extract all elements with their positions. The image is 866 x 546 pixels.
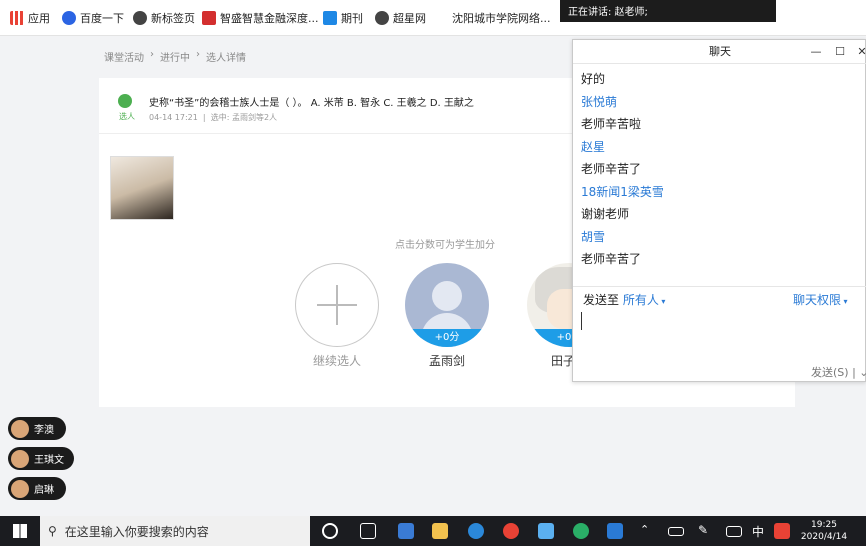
ime-indicator[interactable]: 中 xyxy=(752,523,768,539)
message-text: 好的 xyxy=(581,72,606,86)
taskbar-search[interactable]: ⚲ 在这里输入你要搜索的内容 xyxy=(40,516,310,546)
keyboard-icon[interactable] xyxy=(726,526,742,537)
cortana-icon[interactable] xyxy=(322,523,338,539)
message-text: 老师辛苦了 xyxy=(581,162,642,176)
message-sender[interactable]: 胡雪 xyxy=(581,226,861,249)
windows-icon xyxy=(13,524,27,538)
pen-icon[interactable]: ✎ xyxy=(698,523,714,539)
clock[interactable]: 19:25 2020/4/14 xyxy=(800,519,848,543)
student-name: 孟雨剑 xyxy=(428,354,465,368)
bookmark-chaoxing[interactable]: 超星网 xyxy=(375,10,426,26)
maximize-icon[interactable]: ☐ xyxy=(829,40,851,64)
question-meta: 04-14 17:21 | 选中: 孟雨剑等2人 xyxy=(149,113,278,122)
search-icon: ⚲ xyxy=(48,524,57,538)
start-button[interactable] xyxy=(0,516,40,546)
send-to-select[interactable]: 发送至 所有人 ▾ xyxy=(583,291,665,308)
caret-down-icon: ▾ xyxy=(841,297,848,306)
bookmark-apps[interactable]: 应用 xyxy=(10,10,50,26)
app-icon[interactable] xyxy=(538,523,554,539)
avatar: +0分 xyxy=(405,263,489,347)
score-button[interactable]: +0分 xyxy=(405,329,489,347)
chevron-up-icon[interactable]: ⌃ xyxy=(640,523,656,539)
task-view-icon[interactable] xyxy=(360,523,376,539)
baidu-paw-icon xyxy=(62,11,76,25)
select-badge: 选人 xyxy=(119,112,135,121)
continue-select-label: 继续选人 xyxy=(312,354,361,368)
apps-grid-icon xyxy=(10,11,24,25)
close-icon[interactable]: ✕ xyxy=(851,40,866,64)
sogou-icon[interactable] xyxy=(774,523,790,539)
edge-icon[interactable] xyxy=(468,523,484,539)
wechat-icon[interactable] xyxy=(573,523,589,539)
crumb-ongoing[interactable]: 进行中 xyxy=(160,49,190,64)
crumb-detail: 选人详情 xyxy=(206,53,246,64)
message-text: 谢谢老师 xyxy=(581,207,630,221)
minimize-icon[interactable]: — xyxy=(805,40,827,64)
bookmark-journal[interactable]: 期刊 xyxy=(323,10,363,26)
message-sender[interactable]: 赵星 xyxy=(581,136,861,159)
question-image[interactable] xyxy=(110,156,174,220)
chevron-right-icon: › xyxy=(196,49,200,60)
divider xyxy=(573,286,866,287)
hand-icon xyxy=(11,419,29,438)
chrome-icon[interactable] xyxy=(503,523,519,539)
finance-logo-icon xyxy=(202,11,216,25)
message-input[interactable] xyxy=(581,312,582,330)
hand-icon xyxy=(11,449,29,468)
message-sender[interactable]: 张悦萌 xyxy=(581,91,861,114)
classroom-app-icon[interactable] xyxy=(607,523,623,539)
message-text: 老师辛苦啦 xyxy=(581,117,642,131)
bookmark-school[interactable]: 沈阳城市学院网络... xyxy=(452,10,551,26)
tv-icon xyxy=(323,11,337,25)
store-icon[interactable] xyxy=(398,523,414,539)
send-button[interactable]: 发送(S) | ⌄ xyxy=(811,364,866,380)
score-hint: 点击分数可为学生加分 xyxy=(395,240,495,251)
bookmark-baidu[interactable]: 百度一下 xyxy=(62,10,124,26)
question-title: 史称“书圣”的会稽士族人士是（ ）。 A. 米芾 B. 智永 C. 王羲之 D.… xyxy=(149,98,474,109)
hand-raise-item[interactable]: 李澳 xyxy=(8,417,66,440)
caret-down-icon: ▾ xyxy=(658,297,666,306)
taskbar: ⚲ 在这里输入你要搜索的内容 ⌃ ✎ 中 19:25 2020/4/14 xyxy=(0,516,866,546)
hand-icon xyxy=(11,479,29,498)
chevron-right-icon: › xyxy=(150,49,154,60)
speaking-indicator: 正在讲话: 赵老师; xyxy=(560,0,776,22)
folder-icon[interactable] xyxy=(432,523,448,539)
globe-icon xyxy=(375,11,389,25)
hand-raise-item[interactable]: 王琪文 xyxy=(8,447,74,470)
person-icon xyxy=(118,94,132,108)
bookmark-finance[interactable]: 智盛智慧金融深度... xyxy=(202,10,319,26)
add-student-button[interactable] xyxy=(295,263,379,347)
message-sender[interactable]: 18新闻1梁英雪 xyxy=(581,181,861,204)
hand-raise-item[interactable]: 启琳 xyxy=(8,477,66,500)
chat-permission-dropdown[interactable]: 聊天权限 ▾ xyxy=(793,291,848,308)
chat-window: 聊天 — ☐ ✕ 好的 张悦萌 老师辛苦啦 赵星 老师辛苦了 18新闻1梁英雪 … xyxy=(572,39,866,382)
message-text: 老师辛苦了 xyxy=(581,252,642,266)
bookmark-newtab[interactable]: 新标签页 xyxy=(133,10,195,26)
breadcrumb: 课堂活动 › 进行中 › 选人详情 xyxy=(104,49,246,64)
globe-icon xyxy=(133,11,147,25)
message-list: 好的 张悦萌 老师辛苦啦 赵星 老师辛苦了 18新闻1梁英雪 谢谢老师 胡雪 老… xyxy=(581,68,861,271)
battery-icon[interactable] xyxy=(668,527,684,536)
crumb-activity[interactable]: 课堂活动 xyxy=(104,49,144,64)
